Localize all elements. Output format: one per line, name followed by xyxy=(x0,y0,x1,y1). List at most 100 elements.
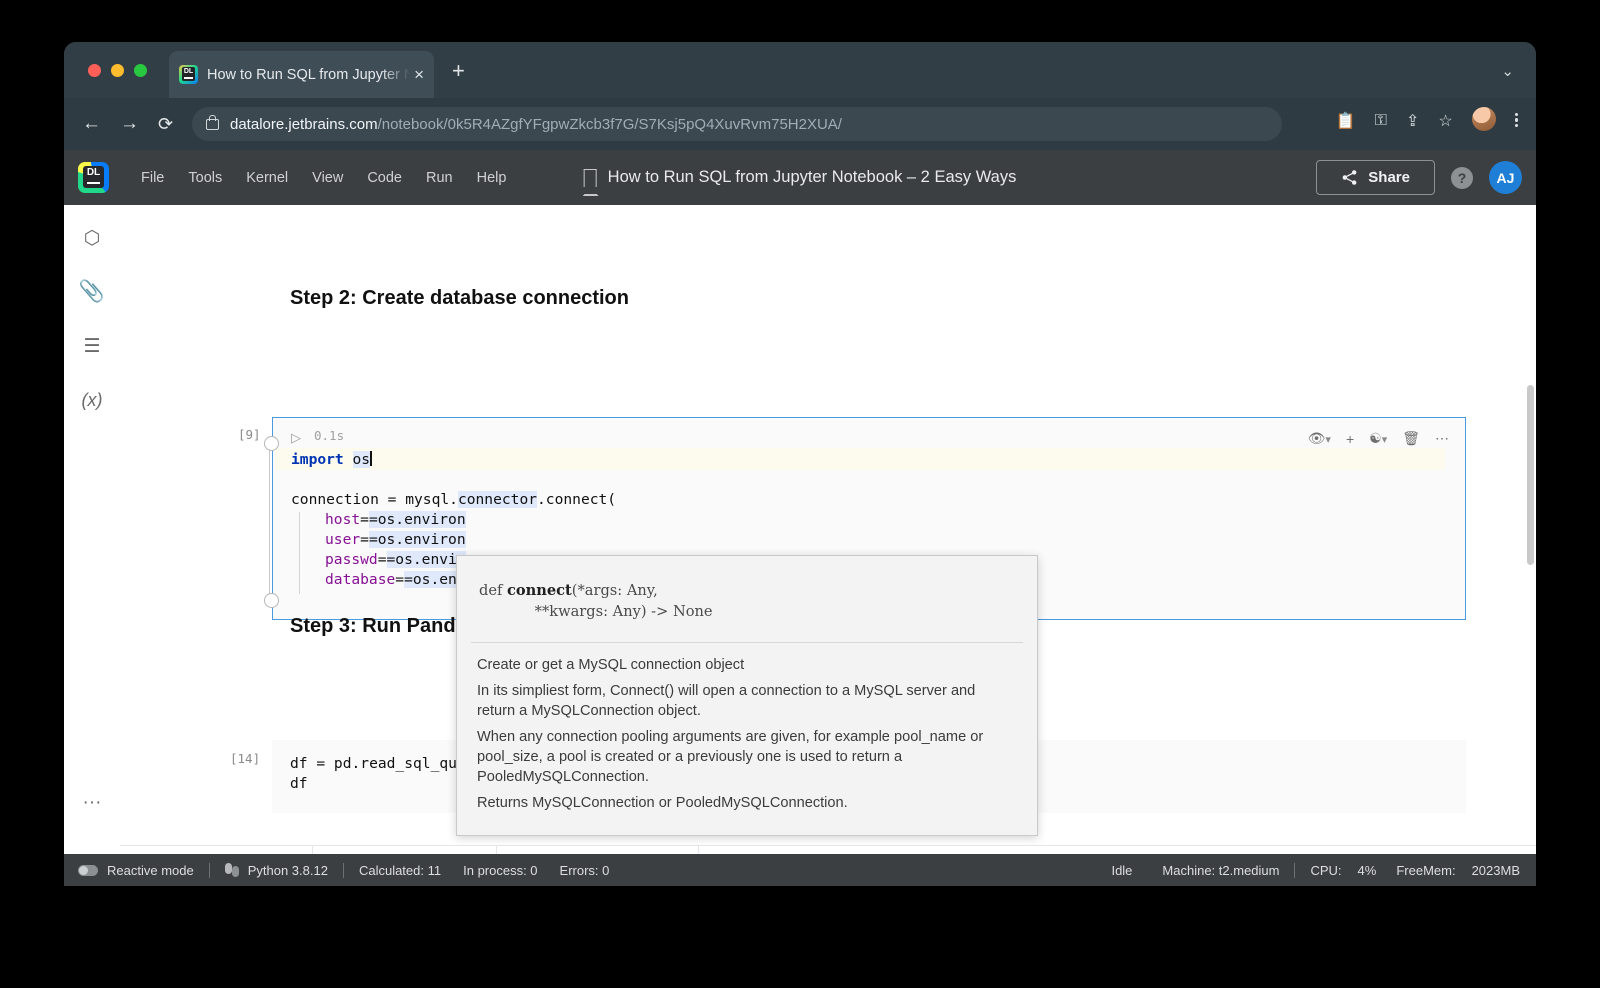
menu-item-help[interactable]: Help xyxy=(465,164,519,192)
page-title: How to Run SQL from Jupyter Notebook – 2… xyxy=(608,168,1017,187)
screen-root: DL How to Run SQL from Jupyter N × + ⌄ ←… xyxy=(0,0,1600,988)
document-title-group: How to Run SQL from Jupyter Notebook – 2… xyxy=(584,168,1017,187)
lock-icon xyxy=(206,119,219,130)
chevron-down-icon[interactable]: ⌄ xyxy=(1501,62,1514,80)
tooltip-paragraph-3: When any connection pooling arguments ar… xyxy=(477,727,1017,787)
close-window-button[interactable] xyxy=(88,64,101,77)
tooltip-body: Create or get a MySQL connection object … xyxy=(457,643,1037,835)
text-caret xyxy=(370,451,372,466)
window-traffic-lights[interactable] xyxy=(88,64,147,77)
divider xyxy=(343,863,344,878)
logo-label: DL xyxy=(83,166,104,188)
tooltip-paragraph-1: Create or get a MySQL connection object xyxy=(477,655,1017,675)
code-arg-database[interactable]: database==os.env xyxy=(325,570,466,590)
menu-kebab-icon[interactable] xyxy=(1515,113,1518,128)
browser-tab-active[interactable]: DL How to Run SQL from Jupyter N × xyxy=(169,51,434,98)
tooltip-signature: def connect(*args: Any, **kwargs: Any) -… xyxy=(457,556,1037,642)
code-arg-user[interactable]: user==os.environ xyxy=(325,530,466,550)
profile-avatar[interactable] xyxy=(1472,107,1496,131)
tooltip-paragraph-4: Returns MySQLConnection or PooledMySQLCo… xyxy=(477,793,1017,813)
address-bar-url: datalore.jetbrains.com/notebook/0k5R4AZg… xyxy=(230,116,842,133)
current-line-highlight xyxy=(275,448,1445,470)
tooltip-func-name: connect xyxy=(507,582,572,599)
toggle-switch[interactable] xyxy=(78,865,98,876)
reactive-mode-toggle[interactable]: Reactive mode xyxy=(78,863,194,878)
outline-icon[interactable]: ☰ xyxy=(64,319,120,373)
app-toolbar: DL File Tools Kernel View Code Run Help … xyxy=(64,150,1536,205)
notebook-canvas: Step 2: Create database connection [9] ▷… xyxy=(120,205,1536,886)
attachment-icon[interactable]: 📎 xyxy=(64,265,120,319)
menu-item-run[interactable]: Run xyxy=(414,164,465,192)
menu-item-view[interactable]: View xyxy=(300,164,355,192)
left-rail: ⬡ 📎 ☰ (x) ··· xyxy=(64,205,121,886)
eye-icon[interactable]: 👁▾ xyxy=(1308,430,1331,447)
variables-icon[interactable]: (x) xyxy=(64,373,120,427)
plus-icon[interactable]: + xyxy=(1346,431,1354,447)
code-arg-passwd[interactable]: passwd==os.envir xyxy=(325,550,466,570)
tooltip-paragraph-2: In its simpliest form, Connect() will op… xyxy=(477,681,1017,721)
run-cell-button[interactable]: ▷ xyxy=(291,430,301,446)
python-version-label: Python 3.8.12 xyxy=(248,863,328,878)
clipboard-icon[interactable]: 📋 xyxy=(1336,111,1356,131)
datalore-logo: DL xyxy=(78,162,109,193)
close-icon[interactable]: × xyxy=(414,66,424,83)
cpu-value: 4% xyxy=(1358,863,1377,878)
python-icon[interactable]: ☯▾ xyxy=(1369,430,1387,447)
code-keyword-import: import xyxy=(291,451,344,468)
heading-step-3: Step 3: Run Pandas xyxy=(290,615,478,638)
key-icon[interactable]: ⚿ xyxy=(1375,112,1387,130)
trash-icon[interactable]: 🗑 xyxy=(1402,430,1420,447)
package-icon[interactable]: ⬡ xyxy=(64,211,120,265)
share-nodes-icon xyxy=(1341,169,1358,186)
more-icon[interactable]: ⋯ xyxy=(1435,430,1449,447)
app-menu-bar: File Tools Kernel View Code Run Help xyxy=(129,164,518,192)
star-icon[interactable]: ☆ xyxy=(1438,111,1452,131)
cpu-label: CPU: xyxy=(1310,863,1341,878)
menu-item-file[interactable]: File xyxy=(129,164,176,192)
forward-icon[interactable]: → xyxy=(120,112,139,136)
browser-nav-bar: ← → ⟳ datalore.jetbrains.com/notebook/0k… xyxy=(64,98,1536,150)
share-button[interactable]: Share xyxy=(1316,160,1435,195)
help-icon[interactable]: ? xyxy=(1451,167,1473,189)
reactive-mode-label: Reactive mode xyxy=(107,863,194,878)
tooltip-def-kw: def xyxy=(479,582,507,599)
omnibox-actions: 📋 ⚿ ⇪ ☆ xyxy=(1336,111,1518,131)
divider xyxy=(1294,863,1295,878)
cell-2-exec-count: [14] xyxy=(230,751,260,766)
favicon-label: DL xyxy=(182,67,195,81)
more-icon[interactable]: ··· xyxy=(64,776,120,830)
vertical-scrollbar[interactable] xyxy=(1527,385,1534,565)
code-line-import[interactable]: import os xyxy=(291,450,372,470)
back-icon[interactable]: ← xyxy=(82,112,101,136)
menu-item-code[interactable]: Code xyxy=(355,164,414,192)
in-process-count: In process: 0 xyxy=(463,863,537,878)
minimize-window-button[interactable] xyxy=(111,64,124,77)
bookmark-icon[interactable] xyxy=(584,169,597,187)
share-button-label: Share xyxy=(1368,169,1410,186)
tooltip-sig-args: (*args: Any, xyxy=(572,582,658,599)
errors-count: Errors: 0 xyxy=(560,863,610,878)
reload-icon[interactable]: ⟳ xyxy=(158,112,173,136)
menu-item-tools[interactable]: Tools xyxy=(176,164,234,192)
freemem-label: FreeMem: xyxy=(1396,863,1455,878)
address-bar[interactable]: datalore.jetbrains.com/notebook/0k5R4AZg… xyxy=(192,107,1282,141)
fold-handle-bottom[interactable] xyxy=(264,593,279,608)
new-tab-button[interactable]: + xyxy=(452,60,465,82)
code-line-connection[interactable]: connection = mysql.connector.connect( xyxy=(291,490,616,510)
browser-tab-strip: DL How to Run SQL from Jupyter N × + ⌄ xyxy=(64,42,1536,98)
fold-rail xyxy=(269,449,270,599)
cell-toolbar: 👁▾ + ☯▾ 🗑 ⋯ xyxy=(1308,430,1449,447)
app-toolbar-actions: Share ? AJ xyxy=(1316,160,1522,195)
user-avatar[interactable]: AJ xyxy=(1489,161,1522,194)
url-host: datalore.jetbrains.com xyxy=(230,116,378,133)
maximize-window-button[interactable] xyxy=(134,64,147,77)
indent-guide xyxy=(299,512,300,594)
fold-handle-top[interactable] xyxy=(264,436,279,451)
heading-step-2: Step 2: Create database connection xyxy=(290,287,629,310)
menu-item-kernel[interactable]: Kernel xyxy=(234,164,300,192)
code-arg-host[interactable]: host==os.environ xyxy=(325,510,466,530)
share-icon[interactable]: ⇪ xyxy=(1406,111,1419,131)
code-line-df[interactable]: df xyxy=(290,774,308,794)
python-version-group[interactable]: Python 3.8.12 xyxy=(225,863,328,878)
calculated-count: Calculated: 11 xyxy=(359,863,441,878)
